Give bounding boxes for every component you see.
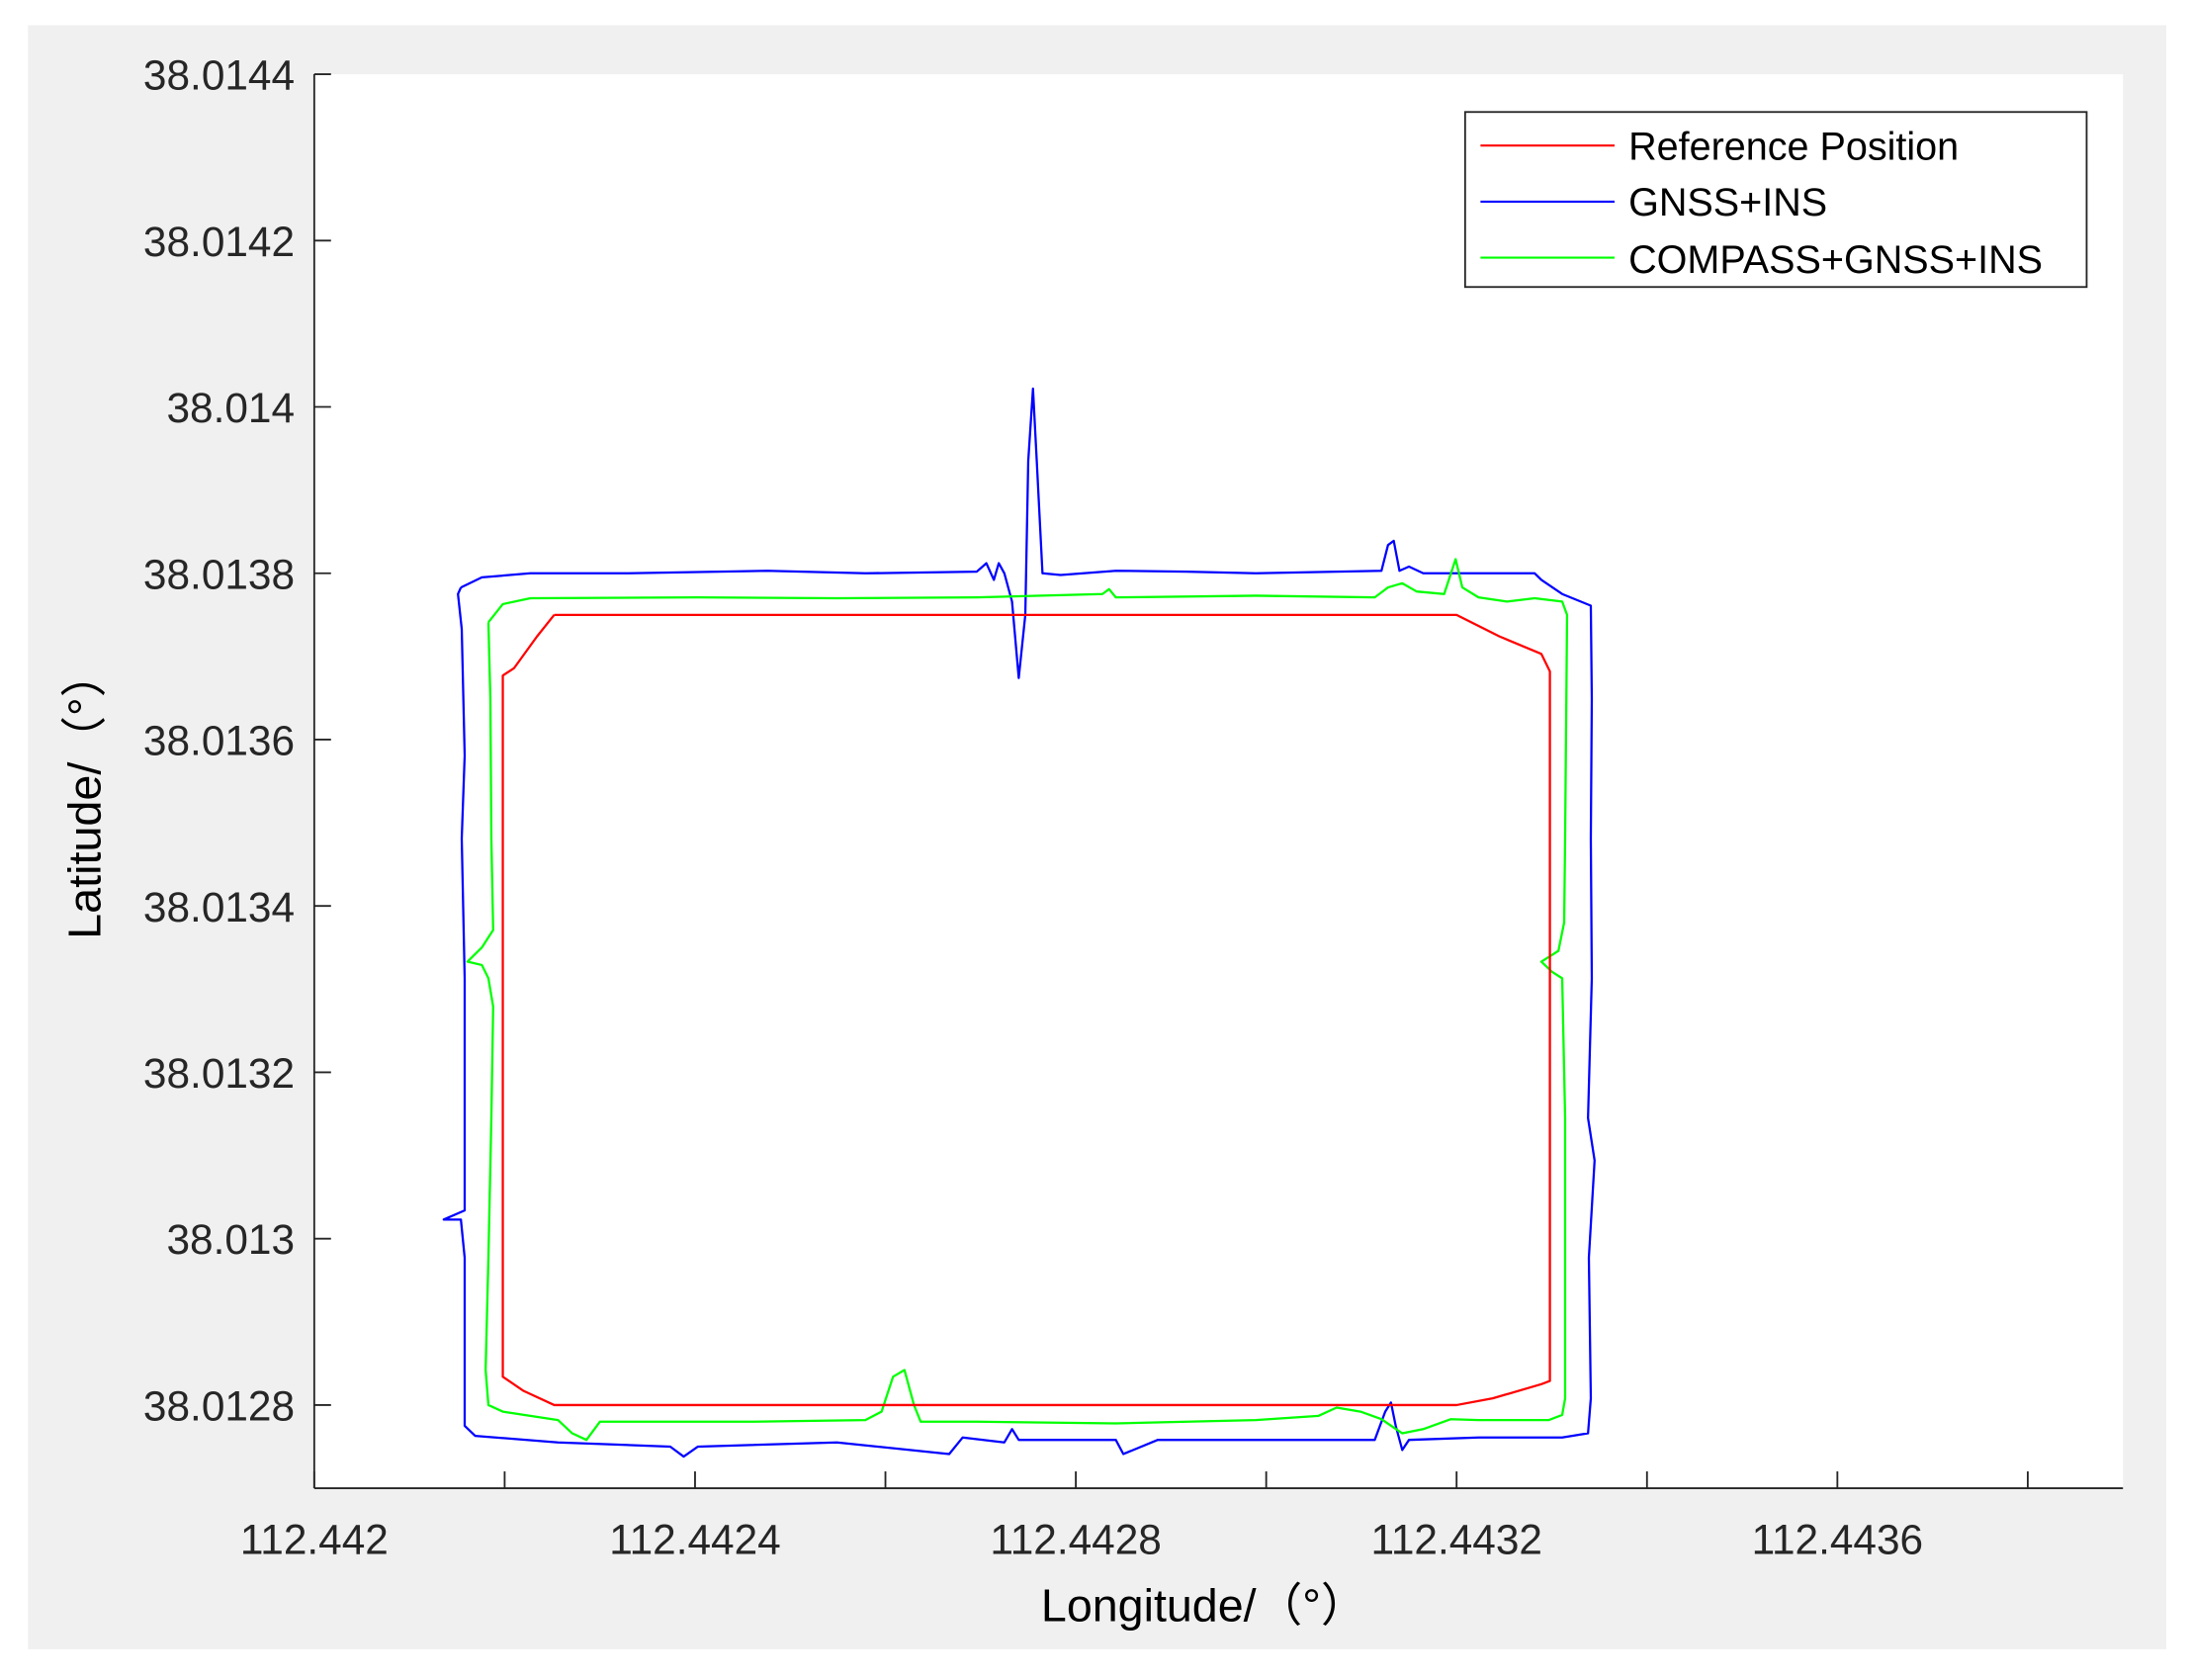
y-tick-label: 38.0136 — [143, 718, 295, 764]
x-tick-label: 112.4432 — [1370, 1517, 1542, 1563]
legend: Reference Position GNSS+INS COMPASS+GNSS… — [1463, 111, 2088, 289]
legend-label-reference: Reference Position — [1628, 125, 1959, 168]
x-tick-label: 112.4436 — [1752, 1517, 1924, 1563]
y-tick-label: 38.0142 — [143, 219, 295, 265]
legend-label-gnss-ins: GNSS+INS — [1628, 181, 1827, 224]
y-tick-label: 38.013 — [166, 1216, 295, 1263]
y-tick-label: 38.0128 — [143, 1382, 295, 1429]
y-tick-label: 38.0138 — [143, 551, 295, 597]
trajectory-chart: 112.442 112.4424 112.4428 112.4432 112.4436 3… — [28, 25, 2166, 1649]
x-tick-label: 112.442 — [240, 1517, 389, 1563]
x-tick-label: 112.4424 — [609, 1517, 781, 1563]
y-axis-label: Latitude/（°） — [59, 652, 111, 939]
legend-label-compass-gnss-ins: COMPASS+GNSS+INS — [1628, 238, 2043, 282]
y-tick-label: 38.0144 — [143, 52, 295, 99]
y-tick-label: 38.0132 — [143, 1050, 295, 1097]
x-axis-label: Longitude/（°） — [1041, 1579, 1367, 1631]
x-tick-label: 112.4428 — [990, 1517, 1162, 1563]
y-tick-label: 38.0134 — [143, 884, 295, 930]
y-tick-label: 38.014 — [166, 385, 295, 431]
